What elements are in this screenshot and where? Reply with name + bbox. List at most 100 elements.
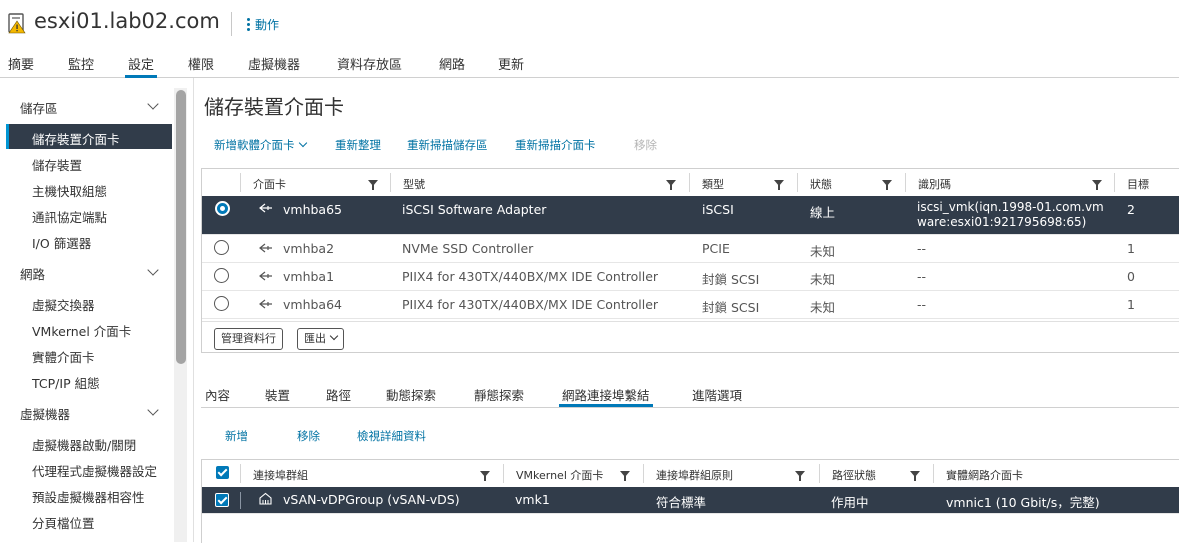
view-details-button[interactable]: 檢視詳細資料 <box>357 428 426 444</box>
adapters-table-header: 介面卡 型號 類型 狀態 識別碼 目標 <box>202 169 1179 197</box>
port-group-icon <box>259 492 272 505</box>
tab-paths[interactable]: 路徑 <box>326 385 351 404</box>
column-header-identifier[interactable]: 識別碼 <box>918 176 951 192</box>
port-binding-table-header: 連接埠群組 VMkernel 介面卡 連接埠群組原則 路徑狀態 實體網路介面卡 <box>202 460 1179 488</box>
filter-icon[interactable] <box>620 471 630 481</box>
column-separator <box>240 492 241 509</box>
cell-adapter: vmhba1 <box>283 269 335 284</box>
sidebar-group-vms[interactable]: 虛擬機器 <box>20 404 70 423</box>
table-row[interactable]: vmhba1 PIIX4 for 430TX/440BX/MX IDE Cont… <box>202 263 1179 291</box>
chevron-down-icon[interactable] <box>147 404 159 416</box>
refresh-button[interactable]: 重新整理 <box>335 137 381 153</box>
sidebar-item-vm-compat[interactable]: 預設虛擬機器相容性 <box>32 487 145 506</box>
sidebar-item-storage-adapters[interactable]: 儲存裝置介面卡 <box>32 129 120 148</box>
cell-policy: 符合標準 <box>656 495 707 510</box>
table-row[interactable]: vmhba64 PIIX4 for 430TX/440BX/MX IDE Con… <box>202 291 1179 319</box>
cell-model: PIIX4 for 430TX/440BX/MX IDE Controller <box>402 269 659 284</box>
filter-icon[interactable] <box>480 471 490 481</box>
tab-devices[interactable]: 裝置 <box>265 385 290 404</box>
detail-tab-bar: 內容 裝置 路徑 動態探索 靜態探索 網路連接埠繫結 進階選項 <box>201 381 1179 408</box>
sidebar-item-vmkernel-adapters[interactable]: VMkernel 介面卡 <box>32 321 131 340</box>
remove-binding-button[interactable]: 移除 <box>297 428 320 444</box>
sidebar-item-physical-adapters[interactable]: 實體介面卡 <box>32 347 95 366</box>
cell-identifier: -- <box>917 241 927 256</box>
filter-icon[interactable] <box>1092 180 1102 190</box>
sidebar-item-virtual-switches[interactable]: 虛擬交換器 <box>32 295 95 314</box>
storage-adapter-icon <box>259 243 272 253</box>
sidebar-item-vm-startup[interactable]: 虛擬機器啟動/關閉 <box>32 435 136 454</box>
column-separator <box>689 173 690 192</box>
tab-network-port-binding[interactable]: 網路連接埠繫結 <box>559 385 653 407</box>
row-radio[interactable] <box>214 296 229 311</box>
row-radio[interactable] <box>214 268 229 283</box>
sidebar-item-tcpip[interactable]: TCP/IP 組態 <box>32 373 100 392</box>
sidebar: 儲存區 儲存裝置介面卡 儲存裝置 主機快取組態 通訊協定端點 I/O 篩選器 網… <box>0 0 172 542</box>
sidebar-divider <box>193 78 194 542</box>
column-header-vmkernel[interactable]: VMkernel 介面卡 <box>516 467 603 483</box>
row-radio[interactable] <box>214 240 229 255</box>
filter-icon[interactable] <box>910 471 920 481</box>
remove-adapter-button[interactable]: 移除 <box>634 137 657 153</box>
tab-permissions[interactable]: 權限 <box>188 54 214 73</box>
column-separator <box>933 464 934 483</box>
column-header-physical-nic[interactable]: 實體網路介面卡 <box>946 467 1023 483</box>
cell-targets: 0 <box>1127 269 1135 284</box>
row-checkbox[interactable] <box>215 493 229 507</box>
filter-icon[interactable] <box>666 180 676 190</box>
rescan-storage-button[interactable]: 重新掃描儲存區 <box>407 137 488 153</box>
sidebar-item-host-cache[interactable]: 主機快取組態 <box>32 181 107 200</box>
export-button[interactable]: 匯出 <box>297 328 344 350</box>
actions-menu-button[interactable]: 動作 <box>247 16 279 33</box>
tab-static-discovery[interactable]: 靜態探索 <box>474 385 524 404</box>
manage-columns-button[interactable]: 管理資料行 <box>214 328 283 350</box>
column-separator <box>503 464 504 483</box>
column-separator <box>819 464 820 483</box>
sidebar-item-io-filters[interactable]: I/O 篩選器 <box>32 233 91 252</box>
sidebar-scroll-thumb[interactable] <box>176 90 186 364</box>
tab-properties[interactable]: 內容 <box>205 385 230 404</box>
filter-icon[interactable] <box>368 180 378 190</box>
column-header-path-status[interactable]: 路徑狀態 <box>832 467 876 483</box>
cell-targets: 1 <box>1127 241 1135 256</box>
column-header-type[interactable]: 類型 <box>702 176 724 192</box>
column-header-port-group[interactable]: 連接埠群組 <box>253 467 308 483</box>
sidebar-group-networking[interactable]: 網路 <box>20 264 45 283</box>
chevron-down-icon <box>329 331 339 341</box>
column-separator <box>797 173 798 192</box>
column-header-adapter[interactable]: 介面卡 <box>253 176 286 192</box>
cell-adapter: vmhba65 <box>283 202 342 217</box>
sidebar-item-agent-vm[interactable]: 代理程式虛擬機器設定 <box>32 461 157 480</box>
column-header-model[interactable]: 型號 <box>403 176 425 192</box>
table-row[interactable]: vSAN-vDPGroup (vSAN-vDS) vmk1 符合標準 作用中 v… <box>202 487 1179 514</box>
chevron-down-icon[interactable] <box>147 98 159 110</box>
row-radio[interactable] <box>215 201 230 216</box>
sidebar-item-storage-devices[interactable]: 儲存裝置 <box>32 155 82 174</box>
port-binding-table: 連接埠群組 VMkernel 介面卡 連接埠群組原則 路徑狀態 實體網路介面卡 … <box>201 459 1179 543</box>
tab-datastores[interactable]: 資料存放區 <box>337 54 402 73</box>
select-all-checkbox[interactable] <box>216 466 229 479</box>
rescan-adapter-button[interactable]: 重新掃描介面卡 <box>515 137 596 153</box>
tab-networks[interactable]: 網路 <box>439 54 465 73</box>
tab-advanced-options[interactable]: 進階選項 <box>692 385 742 404</box>
add-software-adapter-button[interactable]: 新增軟體介面卡 <box>214 137 307 153</box>
column-header-policy[interactable]: 連接埠群組原則 <box>656 467 733 483</box>
table-row[interactable]: vmhba2 NVMe SSD Controller PCIE 未知 -- 1 <box>202 235 1179 263</box>
column-header-status[interactable]: 狀態 <box>810 176 832 192</box>
column-separator <box>1114 173 1115 192</box>
cell-targets: 1 <box>1127 297 1135 312</box>
filter-icon[interactable] <box>774 180 784 190</box>
tab-dynamic-discovery[interactable]: 動態探索 <box>386 385 436 404</box>
filter-icon[interactable] <box>882 180 892 190</box>
table-row[interactable]: vmhba65 iSCSI Software Adapter iSCSI 線上 … <box>202 196 1179 235</box>
tab-updates[interactable]: 更新 <box>498 54 524 73</box>
actions-label: 動作 <box>255 18 280 32</box>
add-binding-button[interactable]: 新增 <box>225 428 248 444</box>
sidebar-item-swap-location[interactable]: 分頁檔位置 <box>32 513 95 532</box>
sidebar-group-storage[interactable]: 儲存區 <box>20 98 58 117</box>
column-header-targets[interactable]: 目標 <box>1127 176 1149 192</box>
tab-vms[interactable]: 虛擬機器 <box>248 54 300 73</box>
filter-icon[interactable] <box>795 471 805 481</box>
chevron-down-icon[interactable] <box>147 264 159 276</box>
sidebar-item-protocol-endpoints[interactable]: 通訊協定端點 <box>32 207 107 226</box>
chevron-down-icon <box>298 138 307 148</box>
